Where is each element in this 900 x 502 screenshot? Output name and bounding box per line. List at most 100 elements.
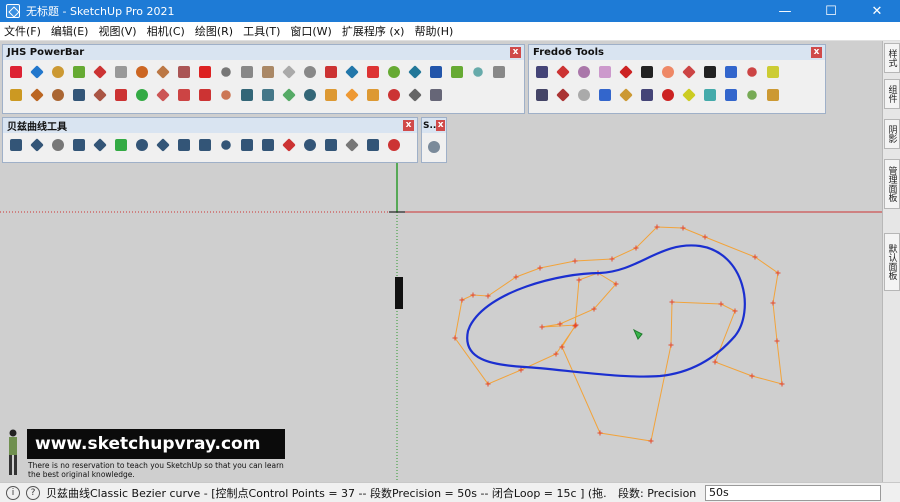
jhs-tool-17-icon[interactable] (342, 62, 361, 81)
help-icon[interactable]: ? (26, 485, 40, 500)
fredo6-tool-4-icon[interactable] (595, 62, 614, 81)
jhs-tool-10-icon[interactable] (195, 62, 214, 81)
bezier-tool-8-icon[interactable] (153, 135, 172, 154)
fredo6-row2-tool-5-icon[interactable] (616, 85, 635, 104)
control-points[interactable] (452, 224, 785, 444)
fredo6-tool-3-icon[interactable] (574, 62, 593, 81)
control-point[interactable] (518, 367, 524, 373)
bezier-tool-4-icon[interactable] (69, 135, 88, 154)
fredo6-row2-tool-10-icon[interactable] (721, 85, 740, 104)
fredo6-tool-12-icon[interactable] (763, 62, 782, 81)
control-point[interactable] (680, 225, 686, 231)
jhs-tool-5-icon[interactable] (90, 62, 109, 81)
jhs-tool-1-icon[interactable] (6, 62, 25, 81)
bezier-tool-15-icon[interactable] (300, 135, 319, 154)
bezier-tool-14-icon[interactable] (279, 135, 298, 154)
control-point[interactable] (597, 430, 603, 436)
control-point[interactable] (539, 324, 545, 330)
jhs-row2-tool-19-icon[interactable] (384, 85, 403, 104)
fredo6-tool-9-icon[interactable] (700, 62, 719, 81)
bezier-tool-1-icon[interactable] (6, 135, 25, 154)
jhs-row2-tool-4-icon[interactable] (69, 85, 88, 104)
jhs-tool-14-icon[interactable] (279, 62, 298, 81)
jhs-tool-21-icon[interactable] (426, 62, 445, 81)
bezier-tool-16-icon[interactable] (321, 135, 340, 154)
bezier-tool-11-icon[interactable] (216, 135, 235, 154)
control-point[interactable] (576, 277, 582, 283)
control-point[interactable] (572, 323, 578, 329)
jhs-row2-tool-11-icon[interactable] (216, 85, 235, 104)
bezier-toolbar-close-button[interactable]: x (403, 120, 414, 131)
jhs-row2-tool-15-icon[interactable] (300, 85, 319, 104)
fredo6-row2-tool-9-icon[interactable] (700, 85, 719, 104)
fredo6-toolbar-close-button[interactable]: x (811, 47, 822, 58)
jhs-row2-tool-6-icon[interactable] (111, 85, 130, 104)
fredo6-row2-tool-4-icon[interactable] (595, 85, 614, 104)
control-point[interactable] (732, 308, 738, 314)
jhs-row2-tool-10-icon[interactable] (195, 85, 214, 104)
control-point[interactable] (702, 234, 708, 240)
bezier-tool-19-icon[interactable] (384, 135, 403, 154)
jhs-row2-tool-16-icon[interactable] (321, 85, 340, 104)
jhs-row2-tool-5-icon[interactable] (90, 85, 109, 104)
close-button[interactable]: ✕ (854, 0, 900, 22)
fredo6-tool-7-icon[interactable] (658, 62, 677, 81)
menu-view[interactable]: 视图(V) (94, 23, 142, 39)
jhs-row2-tool-9-icon[interactable] (174, 85, 193, 104)
jhs-tool-8-icon[interactable] (153, 62, 172, 81)
control-point[interactable] (774, 338, 780, 344)
fredo6-row2-tool-7-icon[interactable] (658, 85, 677, 104)
control-point[interactable] (718, 301, 724, 307)
fredo6-row2-tool-6-icon[interactable] (637, 85, 656, 104)
menu-window[interactable]: 窗口(W) (286, 23, 337, 39)
jhs-row2-tool-8-icon[interactable] (153, 85, 172, 104)
jhs-tool-23-icon[interactable] (468, 62, 487, 81)
control-point[interactable] (712, 359, 718, 365)
tray-tab-components[interactable]: 组件 (884, 79, 900, 109)
tray-tab-styles[interactable]: 样式 (884, 43, 900, 73)
jhs-tool-19-icon[interactable] (384, 62, 403, 81)
menu-extensions[interactable]: 扩展程序 (x) (338, 23, 411, 39)
fredo6-row2-tool-12-icon[interactable] (763, 85, 782, 104)
jhs-tool-18-icon[interactable] (363, 62, 382, 81)
menu-edit[interactable]: 编辑(E) (47, 23, 95, 39)
jhs-powerbar-close-button[interactable]: x (510, 47, 521, 58)
jhs-row2-tool-14-icon[interactable] (279, 85, 298, 104)
jhs-row2-tool-1-icon[interactable] (6, 85, 25, 104)
measurements-input[interactable]: 50s (705, 485, 881, 501)
jhs-row2-tool-17-icon[interactable] (342, 85, 361, 104)
jhs-tool-4-icon[interactable] (69, 62, 88, 81)
fredo6-row2-tool-2-icon[interactable] (553, 85, 572, 104)
control-point[interactable] (537, 265, 543, 271)
tray-tab-shadows[interactable]: 阴影 (884, 119, 900, 149)
control-point[interactable] (648, 438, 654, 444)
fredo6-tool-8-icon[interactable] (679, 62, 698, 81)
jhs-tool-3-icon[interactable] (48, 62, 67, 81)
bezier-tool-7-icon[interactable] (132, 135, 151, 154)
jhs-tool-7-icon[interactable] (132, 62, 151, 81)
small-toolbar-close-button[interactable]: x (436, 120, 445, 131)
jhs-tool-2-icon[interactable] (27, 62, 46, 81)
control-point[interactable] (668, 342, 674, 348)
bezier-tool-9-icon[interactable] (174, 135, 193, 154)
jhs-tool-22-icon[interactable] (447, 62, 466, 81)
control-point[interactable] (459, 297, 465, 303)
control-point[interactable] (669, 299, 675, 305)
bezier-tool-2-icon[interactable] (27, 135, 46, 154)
fredo6-row2-tool-8-icon[interactable] (679, 85, 698, 104)
menu-help[interactable]: 帮助(H) (410, 23, 459, 39)
fredo6-row2-tool-3-icon[interactable] (574, 85, 593, 104)
control-point[interactable] (779, 381, 785, 387)
menu-tools[interactable]: 工具(T) (239, 23, 286, 39)
menu-file[interactable]: 文件(F) (0, 23, 47, 39)
maximize-button[interactable]: ☐ (808, 0, 854, 22)
tray-tab-manage[interactable]: 管理面板 (884, 159, 900, 209)
bezier-tool-10-icon[interactable] (195, 135, 214, 154)
menu-camera[interactable]: 相机(C) (143, 23, 191, 39)
tray-tab-default[interactable]: 默认面板 (884, 233, 900, 291)
bezier-tool-5-icon[interactable] (90, 135, 109, 154)
fredo6-tool-10-icon[interactable] (721, 62, 740, 81)
jhs-row2-tool-2-icon[interactable] (27, 85, 46, 104)
jhs-row2-tool-21-icon[interactable] (426, 85, 445, 104)
control-point[interactable] (609, 256, 615, 262)
